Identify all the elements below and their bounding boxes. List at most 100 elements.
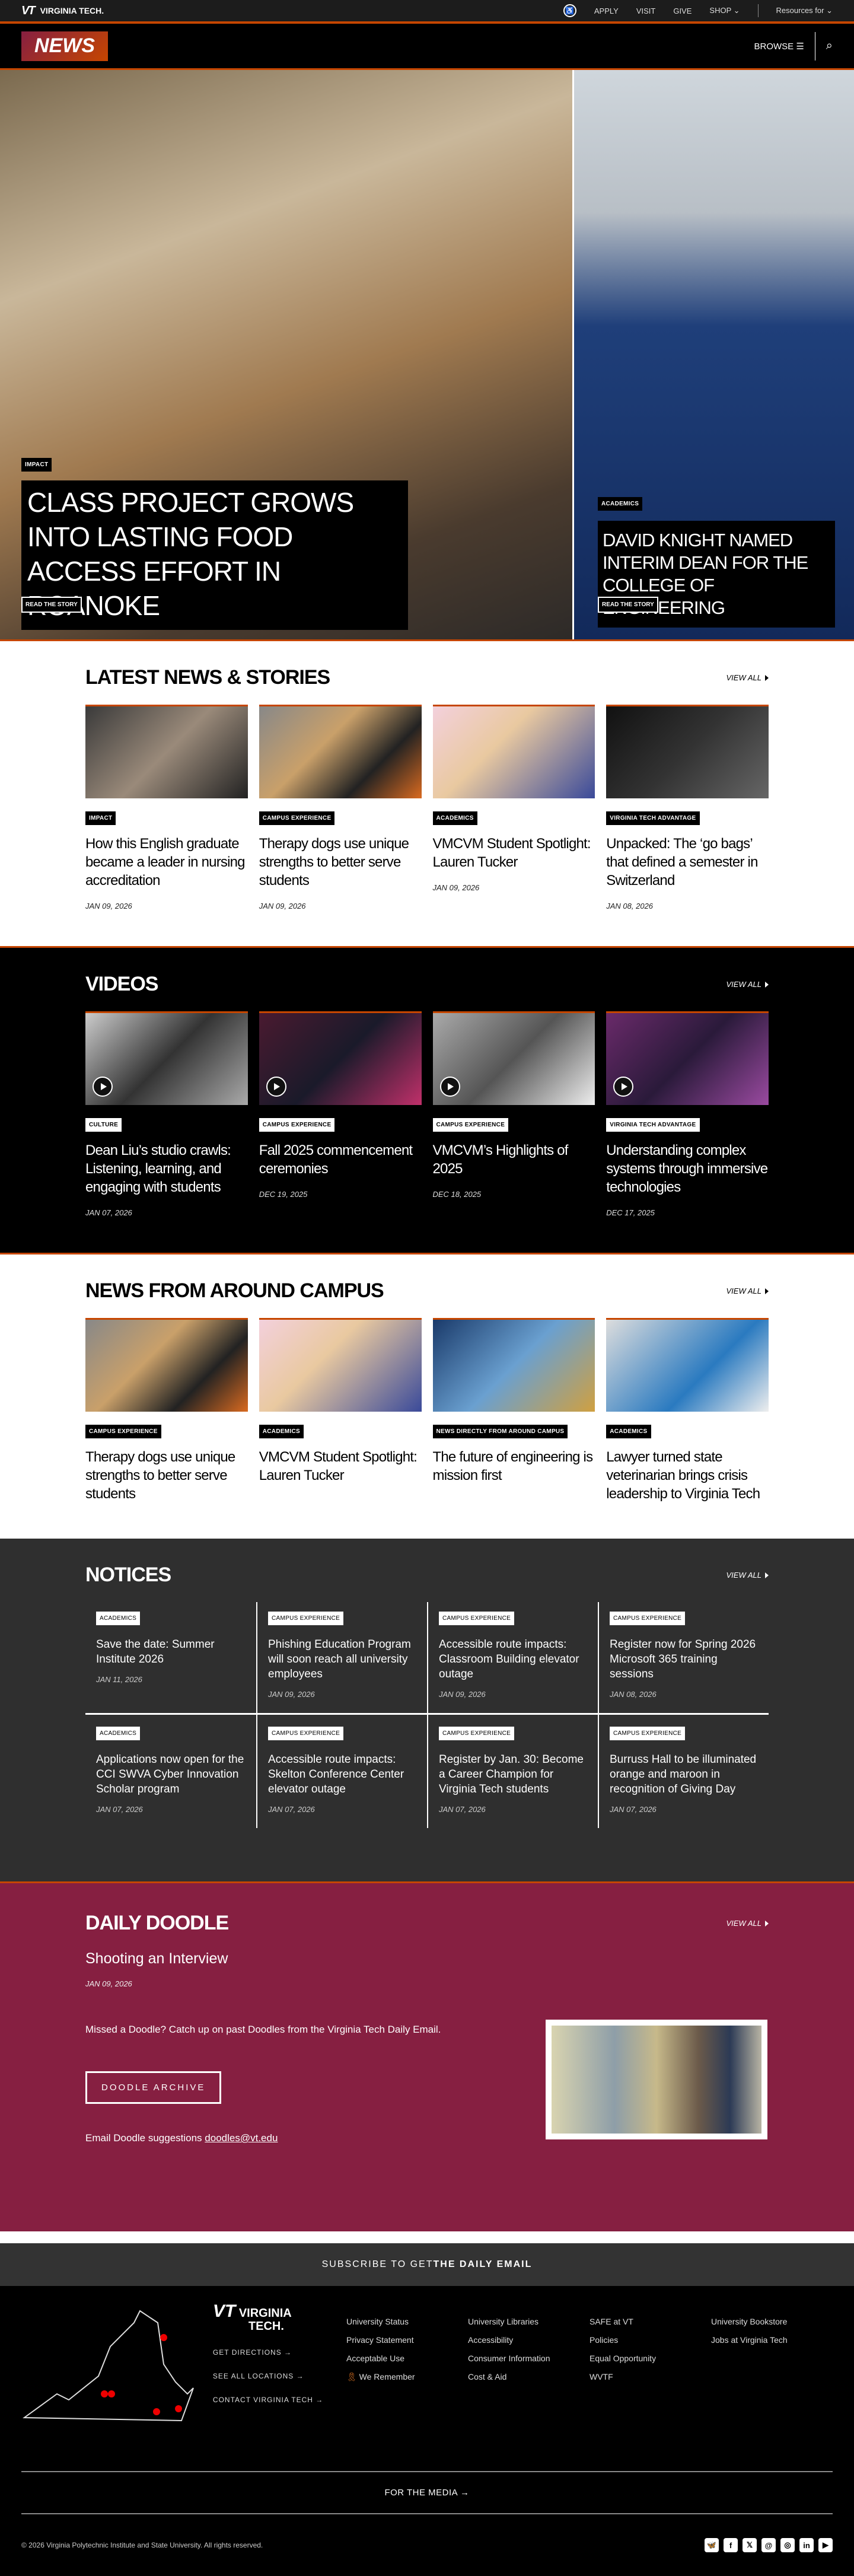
story-title[interactable]: The future of engineering is mission fir… bbox=[433, 1448, 595, 1485]
story-title[interactable]: VMCVM’s Highlights of 2025 bbox=[433, 1141, 595, 1178]
search-icon[interactable]: ⌕ bbox=[826, 39, 833, 53]
notice-tag[interactable]: CAMPUS EXPERIENCE bbox=[439, 1612, 515, 1625]
story-thumbnail[interactable] bbox=[85, 1318, 248, 1412]
story-title[interactable]: Fall 2025 commencement ceremonies bbox=[259, 1141, 422, 1178]
hero-side-story[interactable]: ACADEMICS DAVID KNIGHT NAMED INTERIM DEA… bbox=[572, 70, 854, 639]
footer-link[interactable]: Cost & Aid bbox=[468, 2372, 589, 2381]
story-title[interactable]: Therapy dogs use unique strengths to bet… bbox=[259, 835, 422, 890]
story-tag[interactable]: VIRGINIA TECH ADVANTAGE bbox=[606, 1118, 700, 1132]
get-directions-link[interactable]: GET DIRECTIONS → bbox=[213, 2348, 346, 2357]
read-story-button[interactable]: READ THE STORY bbox=[598, 597, 658, 613]
visit-link[interactable]: VISIT bbox=[636, 7, 656, 15]
instagram-icon[interactable]: ◎ bbox=[780, 2538, 795, 2552]
bluesky-icon[interactable]: 🦋 bbox=[705, 2538, 719, 2552]
vt-brand[interactable]: VT VIRGINIA TECH. bbox=[21, 4, 104, 18]
story-thumbnail[interactable] bbox=[85, 705, 248, 798]
story-card[interactable]: NEWS DIRECTLY FROM AROUND CAMPUS The fut… bbox=[432, 1318, 595, 1503]
footer-link[interactable]: University Libraries bbox=[468, 2317, 589, 2326]
footer-link[interactable]: 🎗 We Remember bbox=[346, 2372, 468, 2382]
footer-link[interactable]: SAFE at VT bbox=[589, 2317, 711, 2326]
notice-tag[interactable]: CAMPUS EXPERIENCE bbox=[268, 1727, 344, 1740]
notice-tag[interactable]: ACADEMICS bbox=[96, 1727, 141, 1740]
story-tag[interactable]: ACADEMICS bbox=[432, 811, 477, 825]
story-tag[interactable]: ACADEMICS bbox=[606, 1425, 651, 1438]
story-tag[interactable]: CAMPUS EXPERIENCE bbox=[259, 1118, 335, 1132]
resources-menu[interactable]: Resources for ⌄ bbox=[776, 6, 833, 15]
view-all-link[interactable]: VIEW ALL bbox=[726, 1287, 769, 1295]
footer-link[interactable]: Privacy Statement bbox=[346, 2335, 468, 2345]
story-thumbnail[interactable] bbox=[259, 1318, 422, 1412]
story-title[interactable]: Understanding complex systems through im… bbox=[606, 1141, 769, 1196]
notice-tag[interactable]: CAMPUS EXPERIENCE bbox=[268, 1612, 344, 1625]
story-tag[interactable]: IMPACT bbox=[21, 458, 52, 472]
story-thumbnail[interactable] bbox=[606, 705, 769, 798]
see-all-locations-link[interactable]: SEE ALL LOCATIONS → bbox=[213, 2372, 346, 2380]
footer-logo[interactable]: VT VIRGINIA TECH. bbox=[213, 2303, 346, 2333]
story-tag[interactable]: CAMPUS EXPERIENCE bbox=[85, 1425, 161, 1438]
story-tag[interactable]: CAMPUS EXPERIENCE bbox=[432, 1118, 509, 1132]
facebook-icon[interactable]: f bbox=[724, 2538, 738, 2552]
notice-item[interactable]: ACADEMICS Applications now open for the … bbox=[85, 1715, 256, 1828]
footer-link[interactable]: Consumer Information bbox=[468, 2354, 589, 2363]
notice-title[interactable]: Burruss Hall to be illuminated orange an… bbox=[610, 1752, 758, 1797]
doodle-archive-button[interactable]: DOODLE ARCHIVE bbox=[85, 2071, 222, 2104]
story-title[interactable]: Unpacked: The ‘go bags’ that defined a s… bbox=[606, 835, 769, 890]
story-title[interactable]: VMCVM Student Spotlight: Lauren Tucker bbox=[433, 835, 595, 871]
footer-link[interactable]: WVTF bbox=[589, 2372, 711, 2381]
accessibility-icon[interactable]: ♿ bbox=[563, 4, 576, 17]
play-icon[interactable] bbox=[93, 1077, 113, 1097]
story-title[interactable]: How this English graduate became a leade… bbox=[85, 835, 248, 890]
contact-link[interactable]: CONTACT VIRGINIA TECH → bbox=[213, 2396, 346, 2404]
footer-link[interactable]: Accessibility bbox=[468, 2335, 589, 2345]
footer-link[interactable]: University Bookstore bbox=[711, 2317, 833, 2326]
story-title[interactable]: Therapy dogs use unique strengths to bet… bbox=[85, 1448, 248, 1503]
threads-icon[interactable]: @ bbox=[761, 2538, 776, 2552]
for-the-media-link[interactable]: FOR THE MEDIA → bbox=[21, 2471, 833, 2514]
story-tag[interactable]: CAMPUS EXPERIENCE bbox=[259, 811, 335, 825]
notice-title[interactable]: Register by Jan. 30: Become a Career Cha… bbox=[439, 1752, 587, 1797]
subscribe-banner[interactable]: SUBSCRIBE TO GETTHE DAILY EMAIL bbox=[0, 2243, 854, 2286]
footer-link[interactable]: Equal Opportunity bbox=[589, 2354, 711, 2363]
linkedin-icon[interactable]: in bbox=[799, 2538, 814, 2552]
story-tag[interactable]: ACADEMICS bbox=[598, 497, 643, 511]
doodle-email-link[interactable]: doodles@vt.edu bbox=[205, 2132, 278, 2144]
doodle-headline[interactable]: Shooting an Interview bbox=[85, 1950, 769, 1967]
story-card[interactable]: ACADEMICS VMCVM Student Spotlight: Laure… bbox=[432, 705, 595, 910]
story-card[interactable]: ACADEMICS VMCVM Student Spotlight: Laure… bbox=[259, 1318, 422, 1503]
story-thumbnail[interactable] bbox=[85, 1011, 248, 1105]
notice-tag[interactable]: CAMPUS EXPERIENCE bbox=[439, 1727, 515, 1740]
notice-item[interactable]: CAMPUS EXPERIENCE Register now for Sprin… bbox=[598, 1602, 769, 1715]
story-tag[interactable]: CULTURE bbox=[85, 1118, 122, 1132]
notice-item[interactable]: CAMPUS EXPERIENCE Burruss Hall to be ill… bbox=[598, 1715, 769, 1828]
story-thumbnail[interactable] bbox=[259, 1011, 422, 1105]
view-all-link[interactable]: VIEW ALL bbox=[726, 1571, 769, 1580]
notice-title[interactable]: Save the date: Summer Institute 2026 bbox=[96, 1637, 246, 1667]
apply-link[interactable]: APPLY bbox=[594, 7, 619, 15]
story-card[interactable]: IMPACT How this English graduate became … bbox=[85, 705, 248, 910]
shop-menu[interactable]: SHOP ⌄ bbox=[709, 6, 740, 15]
notice-item[interactable]: CAMPUS EXPERIENCE Accessible route impac… bbox=[427, 1602, 598, 1715]
footer-link[interactable]: Jobs at Virginia Tech bbox=[711, 2335, 833, 2345]
play-icon[interactable] bbox=[266, 1077, 286, 1097]
footer-link[interactable]: Policies bbox=[589, 2335, 711, 2345]
story-card[interactable]: ACADEMICS Lawyer turned state veterinari… bbox=[606, 1318, 769, 1503]
footer-link[interactable]: University Status bbox=[346, 2317, 468, 2326]
story-tag[interactable]: ACADEMICS bbox=[259, 1425, 304, 1438]
story-title[interactable]: VMCVM Student Spotlight: Lauren Tucker bbox=[259, 1448, 422, 1485]
notice-tag[interactable]: ACADEMICS bbox=[96, 1612, 141, 1625]
view-all-link[interactable]: VIEW ALL bbox=[726, 673, 769, 682]
story-thumbnail[interactable] bbox=[606, 1318, 769, 1412]
notice-item[interactable]: CAMPUS EXPERIENCE Accessible route impac… bbox=[256, 1715, 427, 1828]
story-thumbnail[interactable] bbox=[432, 1318, 595, 1412]
notice-tag[interactable]: CAMPUS EXPERIENCE bbox=[610, 1727, 686, 1740]
story-thumbnail[interactable] bbox=[259, 705, 422, 798]
give-link[interactable]: GIVE bbox=[673, 7, 692, 15]
story-tag[interactable]: NEWS DIRECTLY FROM AROUND CAMPUS bbox=[432, 1425, 568, 1438]
story-card[interactable]: CAMPUS EXPERIENCE Therapy dogs use uniqu… bbox=[85, 1318, 248, 1503]
story-tag[interactable]: VIRGINIA TECH ADVANTAGE bbox=[606, 811, 700, 825]
story-card[interactable]: CAMPUS EXPERIENCE Fall 2025 commencement… bbox=[259, 1011, 422, 1217]
notice-tag[interactable]: CAMPUS EXPERIENCE bbox=[610, 1612, 686, 1625]
footer-link[interactable]: Acceptable Use bbox=[346, 2354, 468, 2363]
story-title[interactable]: Dean Liu’s studio crawls: Listening, lea… bbox=[85, 1141, 248, 1196]
hero-main-story[interactable]: IMPACT CLASS PROJECT GROWS INTO LASTING … bbox=[0, 70, 572, 639]
